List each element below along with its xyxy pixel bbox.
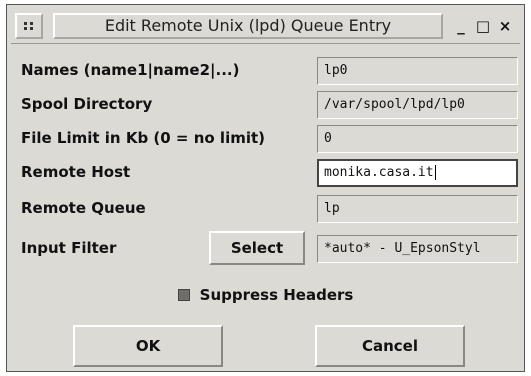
remote-queue-row: Remote Queue lp [13,195,518,225]
remote-queue-input[interactable]: lp [317,195,518,223]
file-limit-row: File Limit in Kb (0 = no limit) 0 [13,125,518,155]
suppress-headers-checkbox[interactable] [177,289,190,301]
minimize-icon[interactable]: _ [452,17,470,35]
file-limit-label: File Limit in Kb (0 = no limit) [21,129,266,147]
remote-host-row: Remote Host monika.casa.it [13,159,518,189]
names-input[interactable]: lp0 [317,57,518,85]
select-filter-button[interactable]: Select [209,231,305,265]
suppress-headers-row: Suppress Headers [13,283,518,307]
ok-button[interactable]: OK [73,325,223,367]
suppress-headers-label: Suppress Headers [199,286,354,304]
title-bar: Edit Remote Unix (lpd) Queue Entry _ □ × [11,9,520,44]
window-menu-button[interactable] [15,13,43,39]
spool-directory-input[interactable]: /var/spool/lpd/lp0 [317,91,518,119]
close-icon[interactable]: × [496,17,514,35]
cancel-button[interactable]: Cancel [315,325,465,367]
window-menu-icon [24,22,34,30]
input-filter-label: Input Filter [21,239,117,257]
remote-host-value: monika.casa.it [324,165,434,180]
file-limit-input[interactable]: 0 [317,125,518,153]
names-row: Names (name1|name2|...) lp0 [13,57,518,87]
edit-queue-dialog: Edit Remote Unix (lpd) Queue Entry _ □ ×… [6,4,525,372]
window-controls: _ □ × [450,13,516,39]
spool-directory-row: Spool Directory /var/spool/lpd/lp0 [13,91,518,121]
window-title: Edit Remote Unix (lpd) Queue Entry [53,13,443,39]
names-label: Names (name1|name2|...) [21,61,240,79]
input-filter-row: Input Filter Select *auto* - U_EpsonStyl [13,231,518,265]
spool-directory-label: Spool Directory [21,95,153,113]
form-panel: Names (name1|name2|...) lp0 Spool Direct… [13,49,518,367]
remote-host-label: Remote Host [21,163,131,181]
remote-host-input[interactable]: monika.casa.it [317,159,518,187]
remote-queue-label: Remote Queue [21,199,146,217]
input-filter-input[interactable]: *auto* - U_EpsonStyl [317,235,518,263]
maximize-icon[interactable]: □ [474,17,492,35]
text-caret [434,165,436,180]
